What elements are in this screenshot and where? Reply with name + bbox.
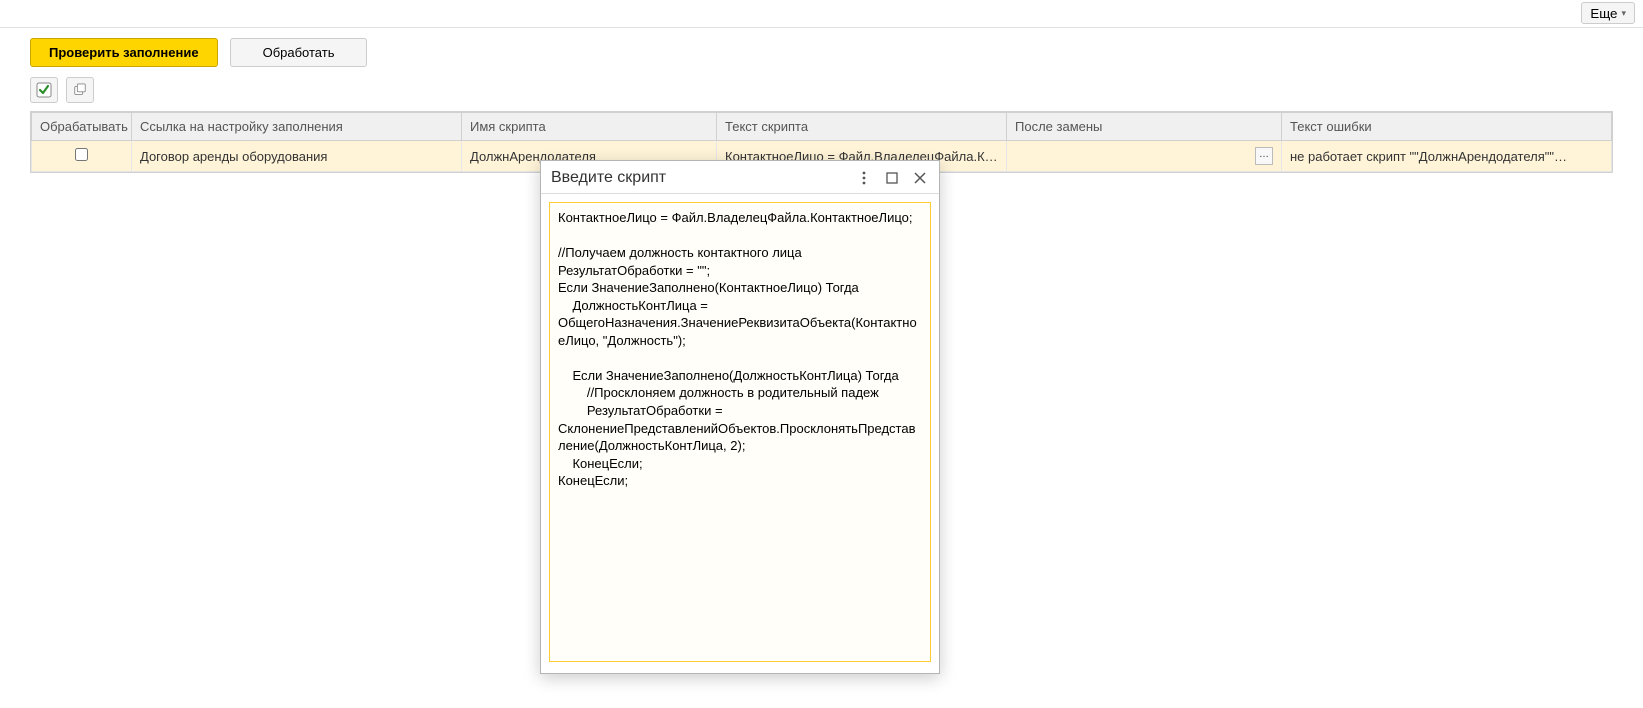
empty-boxes-icon (73, 83, 87, 97)
uncheck-all-button[interactable] (66, 77, 94, 103)
cell-link[interactable]: Договор аренды оборудования (132, 141, 462, 172)
row-checkbox[interactable] (75, 148, 88, 161)
col-link[interactable]: Ссылка на настройку заполнения (132, 113, 462, 141)
dialog-close-button[interactable] (911, 169, 929, 187)
check-fill-button[interactable]: Проверить заполнение (30, 38, 218, 67)
dialog-maximize-button[interactable] (883, 169, 901, 187)
close-icon (914, 172, 926, 184)
col-script-name[interactable]: Имя скрипта (462, 113, 717, 141)
kebab-icon (862, 171, 866, 185)
col-process[interactable]: Обрабатывать (32, 113, 132, 141)
dialog-title-actions (855, 169, 929, 187)
dialog-body (541, 194, 939, 673)
cell-ellipsis-button[interactable]: … (1255, 147, 1273, 165)
script-dialog: Введите скрипт (540, 160, 940, 674)
more-menu-label: Еще (1590, 6, 1617, 21)
dialog-titlebar[interactable]: Введите скрипт (541, 161, 939, 194)
col-script-text[interactable]: Текст скрипта (717, 113, 1007, 141)
check-all-button[interactable] (30, 77, 58, 103)
script-textarea[interactable] (549, 202, 931, 662)
main-toolbar: Проверить заполнение Обработать (0, 28, 1643, 75)
dialog-menu-button[interactable] (855, 169, 873, 187)
cell-process[interactable] (32, 141, 132, 172)
icon-toolbar (0, 75, 1643, 111)
cell-after-replace[interactable]: … (1007, 141, 1282, 172)
top-bar: Еще (0, 0, 1643, 28)
checkbox-check-icon (36, 82, 52, 98)
cell-error-text[interactable]: не работает скрипт ""ДолжнАрендодателя""… (1282, 141, 1612, 172)
maximize-icon (886, 172, 898, 184)
process-button[interactable]: Обработать (230, 38, 368, 67)
col-after-replace[interactable]: После замены (1007, 113, 1282, 141)
grid-header-row: Обрабатывать Ссылка на настройку заполне… (32, 113, 1612, 141)
col-error-text[interactable]: Текст ошибки (1282, 113, 1612, 141)
more-menu-button[interactable]: Еще (1581, 2, 1635, 24)
dialog-title: Введите скрипт (551, 169, 855, 187)
